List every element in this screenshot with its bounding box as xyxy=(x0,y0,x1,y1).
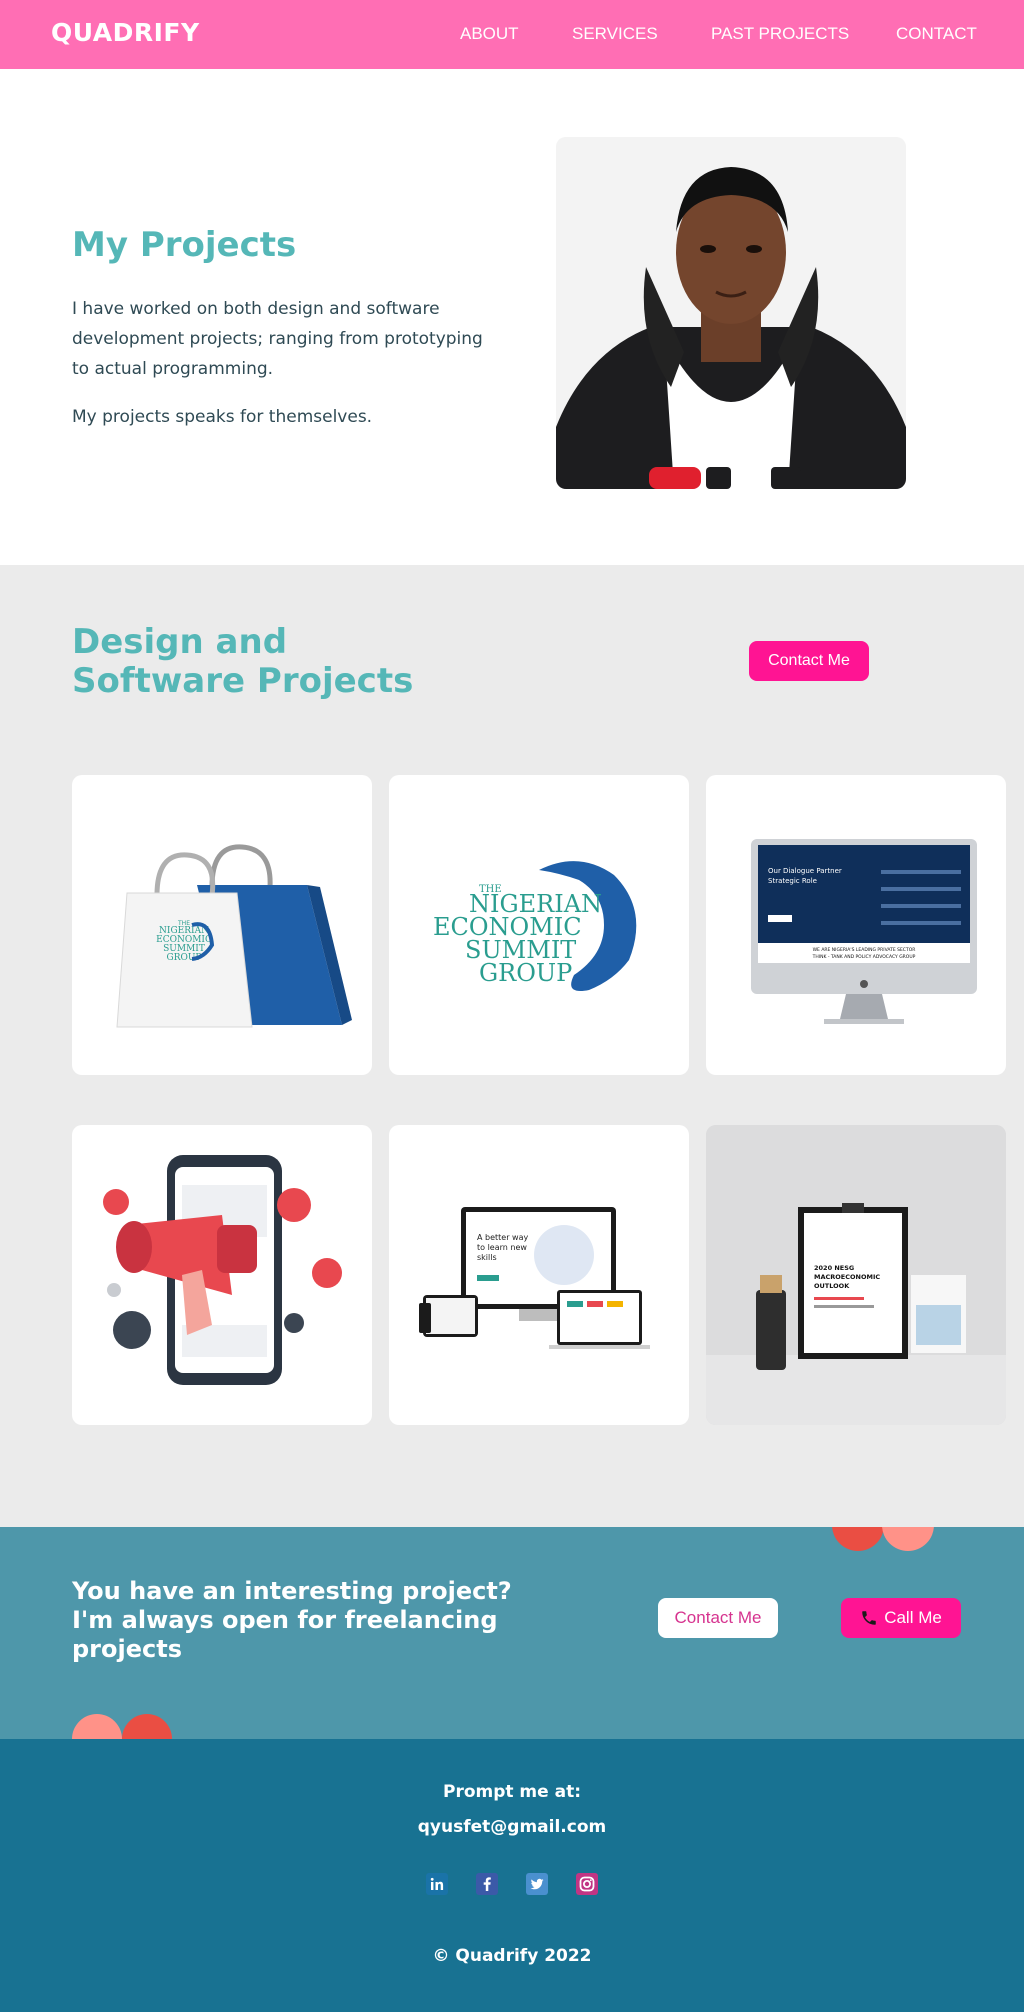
project-card-website-monitor[interactable]: Our Dialogue Partner Strategic Role WE A… xyxy=(706,775,1006,1075)
cta-text-line-3: projects xyxy=(72,1635,182,1663)
devices-heading-line-2: to learn new xyxy=(477,1243,527,1252)
nav-link-services[interactable]: SERVICES xyxy=(572,24,658,44)
projects-section: Design and Software Projects Contact Me … xyxy=(0,565,1024,1527)
cta-text-line-1: You have an interesting project? xyxy=(72,1577,512,1605)
poster-mockup-image: 2020 NESG MACROECONOMIC OUTLOOK xyxy=(706,1125,1006,1425)
twitter-icon[interactable] xyxy=(526,1873,548,1895)
instagram-icon[interactable] xyxy=(576,1873,598,1895)
monitor-caption-line-1: WE ARE NIGERIA'S LEADING PRIVATE SECTOR xyxy=(813,947,916,953)
brand-logo[interactable]: QUADRIFY xyxy=(51,18,200,47)
top-navbar: QUADRIFY ABOUT SERVICES PAST PROJECTS CO… xyxy=(0,0,1024,69)
nav-link-contact[interactable]: CONTACT xyxy=(896,24,977,44)
hero-paragraph: I have worked on both design and softwar… xyxy=(72,299,483,379)
project-card-shopping-bags[interactable]: THE NIGERIAN ECONOMIC SUMMIT GROUP xyxy=(72,775,372,1075)
call-me-label: Call Me xyxy=(884,1608,942,1627)
social-media-image xyxy=(103,1155,342,1385)
responsive-devices-image: A better way to learn new skills xyxy=(419,1207,650,1349)
cta-text: You have an interesting project? I'm alw… xyxy=(72,1577,542,1664)
monitor-heading-line-2: Strategic Role xyxy=(768,877,817,885)
project-card-responsive-devices[interactable]: A better way to learn new skills xyxy=(389,1125,689,1425)
cta-text-line-2: I'm always open for freelancing xyxy=(72,1606,498,1634)
devices-heading-line-1: A better way xyxy=(477,1233,528,1242)
facebook-icon[interactable] xyxy=(476,1873,498,1895)
nesg-logo-line-group: GROUP xyxy=(479,959,572,987)
poster-title-line-1: 2020 NESG xyxy=(814,1264,854,1272)
call-me-button[interactable]: Call Me xyxy=(841,1598,961,1638)
decorative-circles-top xyxy=(832,1527,934,1551)
linkedin-icon[interactable] xyxy=(426,1873,448,1895)
contact-me-button[interactable]: Contact Me xyxy=(749,641,869,681)
hero-paragraph-2: My projects speaks for themselves. xyxy=(72,407,373,427)
devices-heading-line-3: skills xyxy=(477,1253,497,1262)
footer-copyright: © Quadrify 2022 xyxy=(432,1946,592,1966)
website-monitor-image: Our Dialogue Partner Strategic Role WE A… xyxy=(751,839,977,1024)
hero-title: My Projects xyxy=(72,225,297,265)
projects-title-line-2: Software Projects xyxy=(72,661,414,701)
poster-title-line-2: MACROECONOMIC xyxy=(814,1273,880,1281)
projects-title-line-1: Design and xyxy=(72,622,288,662)
project-card-nesg-logo[interactable]: THE NIGERIAN ECONOMIC SUMMIT GROUP xyxy=(389,775,689,1075)
shopping-bags-image: THE NIGERIAN ECONOMIC SUMMIT GROUP xyxy=(116,844,352,1028)
phone-icon xyxy=(862,1611,876,1625)
nav-link-about[interactable]: ABOUT xyxy=(460,24,519,44)
profile-photo xyxy=(556,137,906,489)
decorative-circles-bottom xyxy=(72,1714,172,1739)
cta-banner: You have an interesting project? I'm alw… xyxy=(0,1527,1024,1739)
project-card-poster-mockup[interactable]: 2020 NESG MACROECONOMIC OUTLOOK xyxy=(706,1125,1006,1425)
projects-title: Design and Software Projects xyxy=(72,623,413,701)
project-card-social-media[interactable] xyxy=(72,1125,372,1425)
footer: Prompt me at: qyusfet@gmail.com © Quadri… xyxy=(0,1739,1024,2012)
footer-email-link[interactable]: qyusfet@gmail.com xyxy=(0,1817,1024,1837)
monitor-heading-line-1: Our Dialogue Partner xyxy=(768,867,842,875)
cta-contact-me-button[interactable]: Contact Me xyxy=(658,1598,778,1638)
profile-photo-illustration xyxy=(556,137,906,489)
footer-prompt-text: Prompt me at: xyxy=(442,1782,581,1802)
hero-section: My Projects I have worked on both design… xyxy=(0,69,1024,565)
monitor-caption-line-2: THINK - TANK AND POLICY ADVOCACY GROUP xyxy=(812,954,916,960)
nav-link-past-projects[interactable]: PAST PROJECTS xyxy=(711,24,849,44)
poster-title-line-3: OUTLOOK xyxy=(814,1282,850,1290)
nesg-logo-image: THE NIGERIAN ECONOMIC SUMMIT GROUP xyxy=(433,861,637,991)
